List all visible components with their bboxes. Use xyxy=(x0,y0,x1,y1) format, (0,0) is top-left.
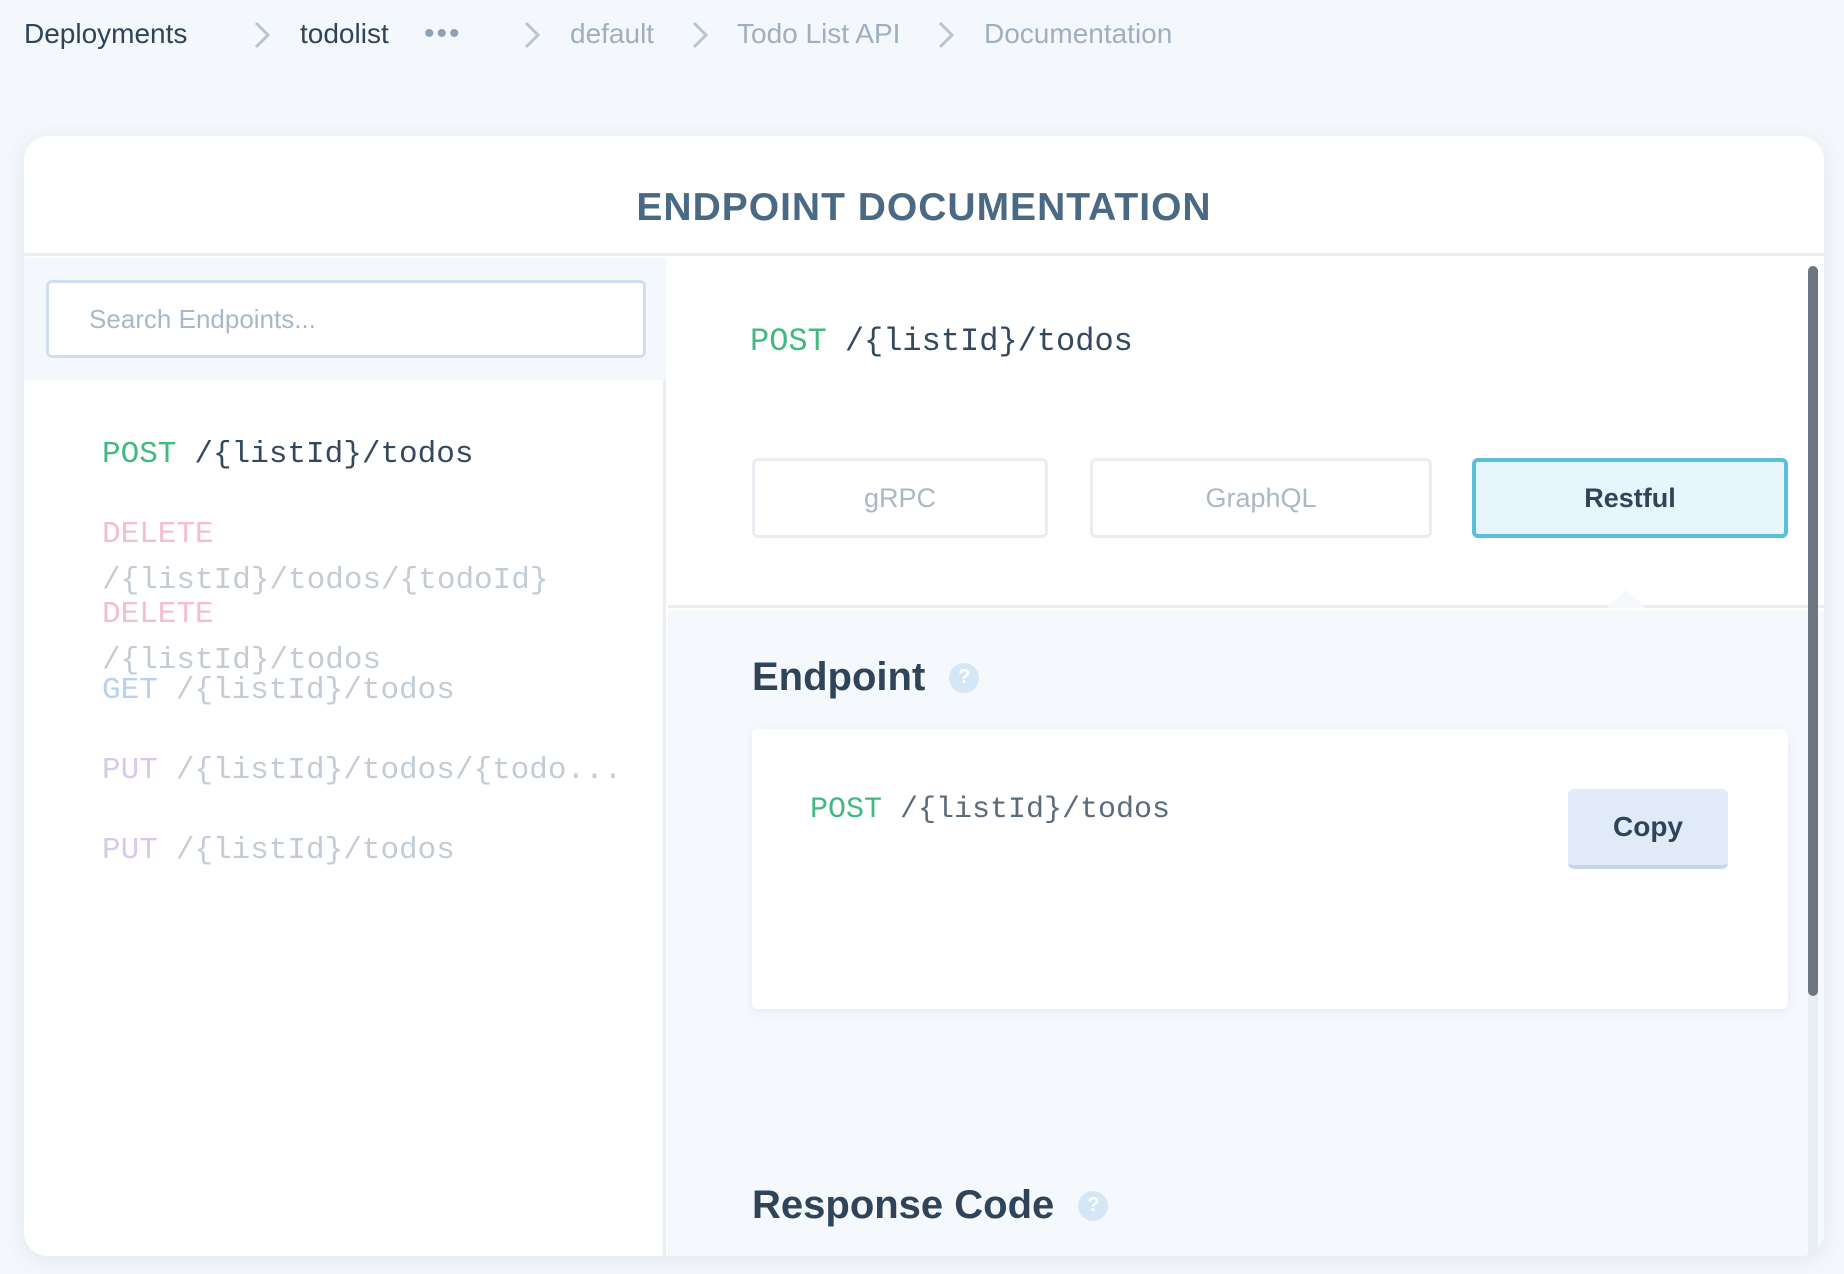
endpoint-item-put-todo[interactable]: PUT /{listId}/todos/{todo... xyxy=(102,754,622,788)
endpoint-box: POST /{listId}/todos Copy xyxy=(752,729,1788,1009)
method-label: DELETE xyxy=(102,517,214,552)
method-label: PUT xyxy=(102,753,158,788)
endpoint-item-put-todos[interactable]: PUT /{listId}/todos xyxy=(102,834,622,868)
details-header: POST /{listId}/todos gRPC GraphQL Restful xyxy=(668,258,1824,608)
path-label: /{listId}/todos/{todo... xyxy=(175,753,623,788)
method-label: GET xyxy=(102,673,158,708)
page-title: ENDPOINT DOCUMENTATION xyxy=(24,136,1824,256)
breadcrumb-todolist[interactable]: todolist xyxy=(300,16,389,52)
path-label: /{listId}/todos xyxy=(175,673,455,708)
documentation-card: ENDPOINT DOCUMENTATION POST /{listId}/tod… xyxy=(24,136,1824,1256)
endpoint-item-post-todos[interactable]: POST /{listId}/todos xyxy=(102,438,622,472)
breadcrumb: Deployments todolist ••• default Todo Li… xyxy=(0,0,1844,72)
response-section-title: Response Code ? xyxy=(752,1183,1109,1228)
help-icon[interactable]: ? xyxy=(949,662,980,693)
response-heading: Response Code xyxy=(752,1183,1055,1227)
path-label: /{listId}/todos xyxy=(194,437,474,472)
more-icon[interactable]: ••• xyxy=(424,16,462,52)
protocol-tab-graphql[interactable]: GraphQL xyxy=(1090,458,1432,538)
scrollbar-thumb[interactable] xyxy=(1808,266,1818,996)
endpoint-method: POST xyxy=(810,793,883,827)
method-label: POST xyxy=(102,437,177,472)
search-input[interactable] xyxy=(46,280,646,358)
chevron-right-icon xyxy=(688,18,712,52)
endpoint-item-get-todos[interactable]: GET /{listId}/todos xyxy=(102,674,622,708)
help-icon[interactable]: ? xyxy=(1078,1190,1109,1221)
method-label: PUT xyxy=(102,833,158,868)
endpoint-item-delete-todo[interactable]: DELETE /{listId}/todos/{todoId} xyxy=(102,518,622,598)
endpoint-details: POST /{listId}/todos gRPC GraphQL Restful… xyxy=(668,258,1824,1256)
chevron-right-icon xyxy=(250,18,274,52)
search-bar xyxy=(24,258,666,380)
breadcrumb-todo-list-api[interactable]: Todo List API xyxy=(737,16,900,52)
chevron-right-icon xyxy=(934,18,958,52)
tab-pointer xyxy=(1606,590,1646,608)
protocol-tab-grpc[interactable]: gRPC xyxy=(752,458,1048,538)
endpoint-sidebar: POST /{listId}/todos DELETE /{listId}/tod… xyxy=(24,258,666,1256)
path-label: /{listId}/todos xyxy=(175,833,455,868)
selected-endpoint: POST /{listId}/todos xyxy=(750,324,1133,360)
breadcrumb-documentation[interactable]: Documentation xyxy=(984,16,1172,52)
breadcrumb-deployments[interactable]: Deployments xyxy=(24,16,187,52)
chevron-right-icon xyxy=(520,18,544,52)
path-label: /{listId}/todos/{todoId} xyxy=(102,563,549,598)
endpoint-section-title: Endpoint ? xyxy=(752,655,980,700)
endpoint-item-delete-todos[interactable]: DELETE /{listId}/todos xyxy=(102,598,622,678)
endpoint-code: POST /{listId}/todos xyxy=(810,793,1170,827)
scrollbar[interactable] xyxy=(1808,266,1818,1256)
selected-path: /{listId}/todos xyxy=(844,323,1133,360)
copy-button[interactable]: Copy xyxy=(1568,789,1728,869)
details-body: Endpoint ? POST /{listId}/todos Copy Resp… xyxy=(668,611,1824,1256)
protocol-tab-restful[interactable]: Restful xyxy=(1472,458,1788,538)
endpoint-path: /{listId}/todos xyxy=(900,793,1171,827)
breadcrumb-default[interactable]: default xyxy=(570,16,654,52)
selected-method: POST xyxy=(750,323,827,360)
method-label: DELETE xyxy=(102,597,214,632)
endpoint-heading: Endpoint xyxy=(752,655,926,699)
